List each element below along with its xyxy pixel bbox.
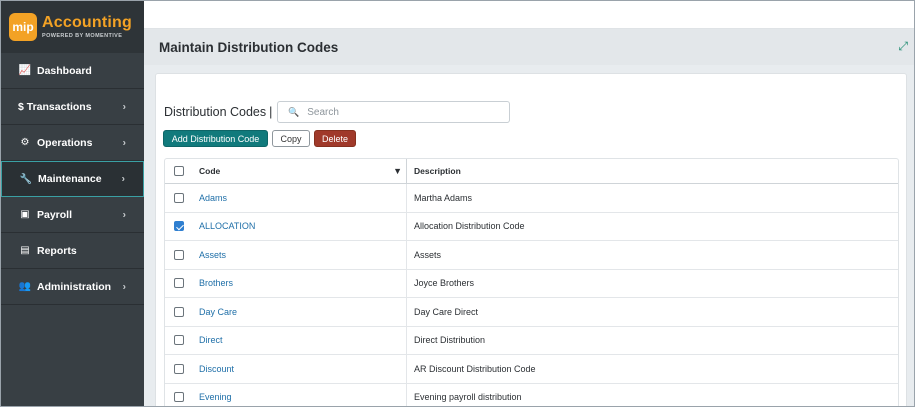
description-cell: Direct Distribution (406, 326, 898, 354)
logo-title: Accounting (42, 14, 132, 31)
row-checkbox[interactable] (174, 392, 184, 403)
chevron-right-icon: › (122, 209, 126, 220)
page-title: Maintain Distribution Codes (159, 39, 339, 55)
page-header: Maintain Distribution Codes ⤢ (144, 29, 914, 65)
search-icon: 🔍 (288, 106, 300, 117)
description-cell: Assets (406, 241, 898, 269)
sidebar-item-transactions[interactable]: $ Transactions › (1, 89, 144, 125)
chevron-right-icon: › (122, 281, 126, 292)
sidebar-item-label: Dashboard (37, 64, 92, 77)
sidebar-item-label: Payroll (37, 208, 73, 221)
table-row[interactable]: ALLOCATION Allocation Distribution Code (165, 212, 898, 241)
logo[interactable]: mip Accounting POWERED BY MOMENTIVE (1, 1, 144, 53)
table-row[interactable]: Discount AR Discount Distribution Code (165, 355, 898, 384)
wrench-icon: 🔧 (19, 173, 33, 185)
chevron-right-icon: › (121, 173, 125, 185)
column-header-description[interactable]: Description (406, 159, 898, 183)
chart-line-icon: 📈 (18, 65, 32, 76)
description-cell: Martha Adams (406, 184, 898, 212)
code-link[interactable]: Brothers (199, 278, 233, 288)
chevron-right-icon: › (122, 137, 126, 148)
row-checkbox[interactable] (174, 363, 184, 374)
row-checkbox[interactable] (174, 249, 184, 260)
code-link[interactable]: Direct (199, 335, 223, 345)
content-card: Distribution Codes| 🔍 Add Distribution C… (155, 73, 907, 406)
table-header-row: Code ▼ Description (165, 159, 898, 184)
section-label: Distribution Codes | (164, 105, 273, 119)
copy-button[interactable]: Copy (272, 130, 310, 147)
code-link[interactable]: Discount (199, 364, 234, 374)
table-row[interactable]: Evening Evening payroll distribution (165, 383, 898, 406)
sidebar-item-payroll[interactable]: ▣ Payroll › (1, 197, 144, 233)
sidebar-item-label: Reports (37, 244, 77, 257)
row-checkbox[interactable] (174, 221, 184, 232)
report-icon: ▤ (20, 245, 30, 256)
code-link[interactable]: ALLOCATION (199, 221, 255, 231)
sidebar-item-maintenance[interactable]: 🔧 Maintenance › (1, 161, 144, 197)
gears-icon: ⚙ (20, 137, 30, 148)
description-cell: Day Care Direct (406, 298, 898, 326)
sidebar-item-label: Operations (37, 136, 93, 149)
code-link[interactable]: Day Care (199, 307, 237, 317)
app-window: mip Accounting POWERED BY MOMENTIVE 📈 Das… (0, 0, 915, 407)
description-cell: Evening payroll distribution (406, 383, 898, 406)
sidebar-item-administration[interactable]: 👥 Administration › (1, 269, 144, 305)
filter-icon[interactable]: ▼ (393, 166, 402, 176)
description-cell: Allocation Distribution Code (406, 212, 898, 240)
expand-icon[interactable]: ⤢ (898, 39, 908, 54)
row-checkbox[interactable] (174, 192, 184, 203)
distribution-codes-table: Code ▼ Description Adams Martha Adams ALLO… (164, 158, 899, 406)
users-icon: 👥 (18, 281, 32, 292)
sidebar-item-label: Maintenance (38, 173, 102, 185)
sidebar-item-label: Administration (37, 280, 112, 293)
search-input[interactable] (307, 106, 498, 118)
select-all-checkbox[interactable] (174, 166, 184, 176)
row-checkbox[interactable] (174, 278, 184, 289)
code-link[interactable]: Evening (199, 392, 232, 402)
table-row[interactable]: Day Care Day Care Direct (165, 298, 898, 327)
logo-subtitle: POWERED BY MOMENTIVE (42, 33, 123, 39)
table-row[interactable]: Adams Martha Adams (165, 184, 898, 213)
add-distribution-code-button[interactable]: Add Distribution Code (163, 130, 268, 147)
top-bar (144, 1, 914, 29)
row-checkbox[interactable] (174, 335, 184, 346)
search-box[interactable]: 🔍 (277, 101, 510, 123)
description-cell: Joyce Brothers (406, 269, 898, 297)
logo-badge: mip (9, 13, 37, 41)
sidebar-item-dashboard[interactable]: 📈 Dashboard (1, 53, 144, 89)
table-row[interactable]: Brothers Joyce Brothers (165, 269, 898, 298)
column-header-code[interactable]: Code ▼ (193, 166, 406, 176)
money-icon: ▣ (20, 209, 30, 220)
row-checkbox[interactable] (174, 306, 184, 317)
chevron-right-icon: › (122, 101, 126, 112)
code-link[interactable]: Adams (199, 193, 227, 203)
sidebar-nav: 📈 Dashboard $ Transactions › ⚙ Operations › 🔧 Ma… (1, 53, 144, 305)
sidebar: mip Accounting POWERED BY MOMENTIVE 📈 Das… (1, 1, 144, 406)
delete-button[interactable]: Delete (314, 130, 356, 147)
description-cell: AR Discount Distribution Code (406, 355, 898, 383)
table-row[interactable]: Direct Direct Distribution (165, 326, 898, 355)
sidebar-item-operations[interactable]: ⚙ Operations › (1, 125, 144, 161)
code-link[interactable]: Assets (199, 250, 226, 260)
sidebar-item-reports[interactable]: ▤ Reports (1, 233, 144, 269)
sidebar-item-label: $ Transactions (18, 100, 92, 113)
table-row[interactable]: Assets Assets (165, 241, 898, 270)
